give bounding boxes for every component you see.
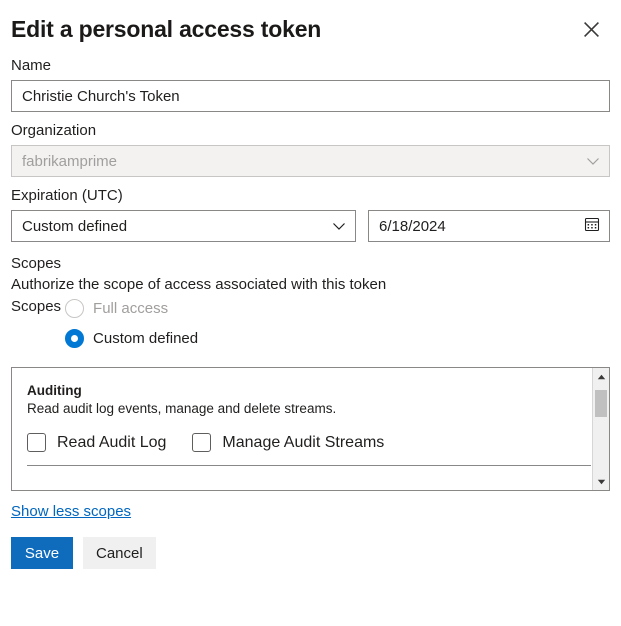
scope-group-auditing: Auditing Read audit log events, manage a… xyxy=(27,368,591,466)
scope-group-description: Read audit log events, manage and delete… xyxy=(27,400,591,418)
scopes-description: Authorize the scope of access associated… xyxy=(11,274,610,295)
name-input-value: Christie Church's Token xyxy=(22,88,180,105)
close-button[interactable] xyxy=(575,13,607,45)
show-less-scopes-link[interactable]: Show less scopes xyxy=(11,503,131,520)
expiration-row: Custom defined 6/18/2024 xyxy=(11,210,610,242)
checkbox-read-audit-log[interactable]: Read Audit Log xyxy=(27,433,166,452)
chevron-down-icon xyxy=(331,218,347,234)
dialog-footer: Show less scopes Save Cancel xyxy=(11,491,610,569)
dialog-header: Edit a personal access token xyxy=(11,0,610,56)
scope-list-content: Auditing Read audit log events, manage a… xyxy=(12,368,592,490)
checkbox-indicator-icon xyxy=(192,433,211,452)
name-field-group: Name Christie Church's Token xyxy=(11,56,610,112)
organization-field-group: Organization fabrikamprime xyxy=(11,121,610,177)
scopes-section: Scopes Authorize the scope of access ass… xyxy=(11,253,610,351)
scopes-radio-group-label: Scopes xyxy=(11,296,65,318)
radio-custom-defined-label: Custom defined xyxy=(93,330,198,347)
expiration-date-input[interactable]: 6/18/2024 xyxy=(368,210,610,242)
chevron-down-icon xyxy=(585,153,601,169)
close-icon xyxy=(583,21,600,38)
expiration-label: Expiration (UTC) xyxy=(11,186,610,206)
name-input[interactable]: Christie Church's Token xyxy=(11,80,610,112)
radio-full-access-label: Full access xyxy=(93,300,168,317)
organization-value: fabrikamprime xyxy=(22,153,117,170)
cancel-button[interactable]: Cancel xyxy=(83,537,156,569)
scopes-radio-group: Scopes Full access Custom defined xyxy=(11,296,610,351)
scroll-down-arrow-icon[interactable] xyxy=(593,473,609,490)
radio-indicator-icon xyxy=(65,329,84,348)
expiration-date-value: 6/18/2024 xyxy=(379,218,446,235)
scopes-radio-options: Full access Custom defined xyxy=(65,296,198,351)
page-title: Edit a personal access token xyxy=(11,13,321,42)
edit-token-dialog: Edit a personal access token Name Christ… xyxy=(0,0,621,626)
scrollbar-thumb[interactable] xyxy=(595,390,607,417)
scope-list-panel: Auditing Read audit log events, manage a… xyxy=(11,367,610,491)
organization-label: Organization xyxy=(11,121,610,141)
scrollbar-vertical[interactable] xyxy=(592,368,609,490)
scope-checkbox-row: Read Audit Log Manage Audit Streams xyxy=(27,433,591,452)
spacer xyxy=(11,242,610,253)
dialog-action-buttons: Save Cancel xyxy=(11,537,610,569)
expiration-field-group: Expiration (UTC) Custom defined 6/18/202… xyxy=(11,186,610,242)
name-label: Name xyxy=(11,56,610,76)
checkbox-read-audit-log-label: Read Audit Log xyxy=(57,434,166,452)
spacer xyxy=(11,177,610,186)
radio-indicator-icon xyxy=(65,299,84,318)
organization-dropdown: fabrikamprime xyxy=(11,145,610,177)
spacer xyxy=(11,112,610,121)
expiration-preset-dropdown[interactable]: Custom defined xyxy=(11,210,356,242)
scopes-heading: Scopes xyxy=(11,253,610,274)
radio-full-access: Full access xyxy=(65,296,198,321)
scroll-up-arrow-icon[interactable] xyxy=(593,368,609,385)
expiration-preset-value: Custom defined xyxy=(22,218,127,235)
radio-custom-defined[interactable]: Custom defined xyxy=(65,326,198,351)
scope-group-title: Auditing xyxy=(27,382,591,399)
checkbox-manage-audit-streams-label: Manage Audit Streams xyxy=(222,434,384,452)
save-button[interactable]: Save xyxy=(11,537,73,569)
calendar-icon[interactable] xyxy=(584,216,600,236)
checkbox-indicator-icon xyxy=(27,433,46,452)
checkbox-manage-audit-streams[interactable]: Manage Audit Streams xyxy=(192,433,384,452)
